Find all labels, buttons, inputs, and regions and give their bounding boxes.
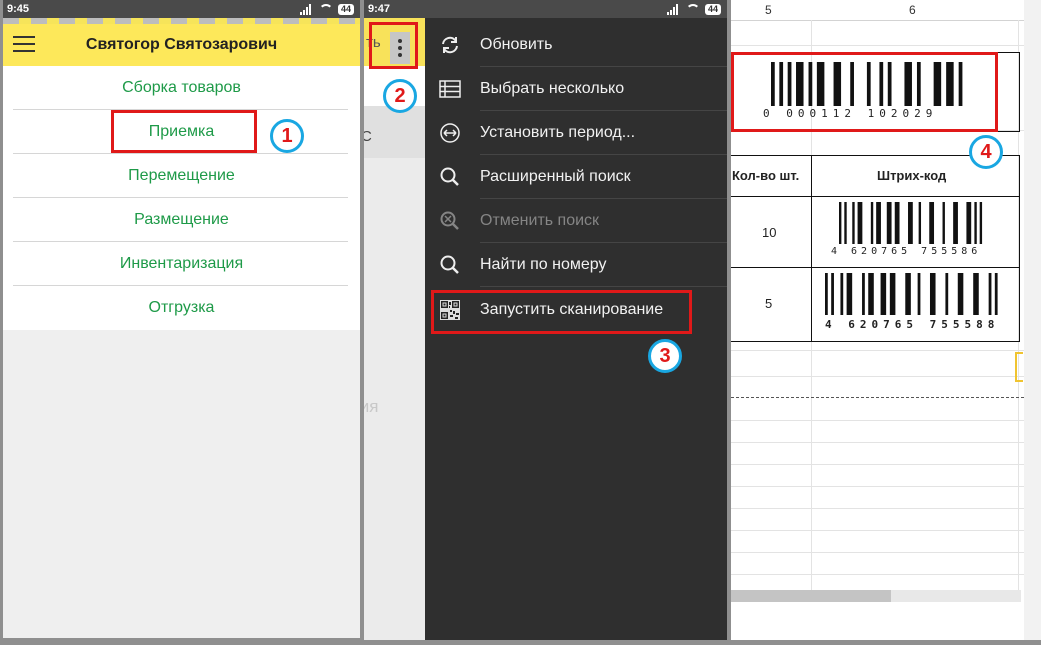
column-label-6: 6 [909,3,916,17]
cancel-search-icon [440,211,459,230]
barcode-bar [994,273,998,315]
row2-barcode-bars [825,273,998,315]
step-badge-2: 2 [383,79,417,113]
find-number-icon [440,255,459,274]
step-badge-1: 1 [270,119,304,153]
menu-item-cancel-search: Отменить поиск [425,199,727,243]
barcode-bar [825,273,828,315]
signal-icon [666,3,681,15]
highlight-more-options [369,22,418,69]
barcode-bar [905,273,911,315]
barcode-bar [974,202,977,244]
menu-item-select-multiple[interactable]: Выбрать несколько [425,67,727,111]
status-bar: 9:45 44 [3,0,360,18]
barcode-bar [831,273,834,315]
row2-barcode-number: 4 620765 755588 [825,318,1000,331]
row2-barcode [825,273,998,315]
row1-barcode [839,202,983,244]
barcode-bar [929,202,935,244]
barcode-bar [894,202,900,244]
barcode-bar [886,202,892,244]
battery-icon: 44 [337,3,354,15]
barcode-bar [889,273,896,315]
barcode-bar [953,202,958,244]
list-text-partial: С [364,128,372,145]
column-header: 5 6 [731,0,1024,21]
highlight-receiving [111,110,257,153]
highlight-top-barcode [731,52,998,132]
menu-item-placement[interactable]: Размещение [3,198,360,242]
menu-item-find-by-number[interactable]: Найти по номеру [425,243,727,287]
barcode-bar [862,273,865,315]
barcode-bar [857,202,863,244]
row1-qty: 10 [762,225,777,240]
barcode-bar [973,273,979,315]
battery-icon: 44 [704,3,721,15]
barcode-bar [868,273,874,315]
menu-item-transfer[interactable]: Перемещение [3,154,360,198]
barcode-bar [979,202,983,244]
barcode-bar [870,202,874,244]
menu-item-refresh[interactable]: Обновить [425,23,727,67]
barcode-bar [918,202,922,244]
wifi-icon [685,3,700,15]
header-qty: Кол-во шт. [732,168,800,183]
step-badge-3: 3 [648,339,682,373]
status-time: 9:47 [368,3,391,15]
barcode-bar [844,202,847,244]
status-bar: 9:47 44 [364,0,727,18]
highlight-start-scanning [431,290,692,334]
list-icon [439,80,461,98]
app-bar: Святогор Святозарович [3,24,360,66]
barcode-bar [846,273,853,315]
menu-item-assembly[interactable]: Сборка товаров [3,66,360,110]
refresh-icon [442,36,458,54]
menu-item-advanced-search[interactable]: Расширенный поиск [425,155,727,199]
row1-barcode-number: 4 620765 755586 [831,246,982,257]
period-icon [440,123,460,143]
menu-item-inventory[interactable]: Инвентаризация [3,242,360,286]
barcode-bar [929,273,936,315]
column-label-5: 5 [765,3,772,17]
row2-qty: 5 [765,296,773,311]
signal-icon [299,3,314,15]
barcode-bar [966,202,972,244]
barcode-bar [840,273,844,315]
step-badge-4: 4 [969,135,1003,169]
user-name-title: Святогор Святозарович [85,36,278,53]
menu-item-shipment[interactable]: Отгрузка [3,286,360,330]
barcode-bar [876,202,881,244]
barcode-bar [880,273,887,315]
barcode-bar [942,202,945,244]
barcode-bar [908,202,913,244]
scrollbar-thumb[interactable] [731,590,891,602]
barcode-bar [957,273,964,315]
menu-item-set-period[interactable]: Установить период... [425,111,727,155]
faded-text-partial: ция [364,397,379,416]
row1-barcode-bars [839,202,983,244]
main-menu: Сборка товаров Приемка Перемещение Разме… [3,66,360,330]
cell-selection-edge [1015,352,1023,382]
barcode-bar [988,273,992,315]
wifi-icon [318,3,333,15]
screen-menu: 9:45 44 Святогор Святозарович Сборка тов… [3,0,360,638]
barcode-bar [852,202,855,244]
barcode-bar [839,202,842,244]
header-barcode: Штрих-код [877,168,947,183]
status-time: 9:45 [7,3,30,15]
barcode-bar [917,273,921,315]
search-icon [440,167,459,186]
barcode-bar [945,273,949,315]
